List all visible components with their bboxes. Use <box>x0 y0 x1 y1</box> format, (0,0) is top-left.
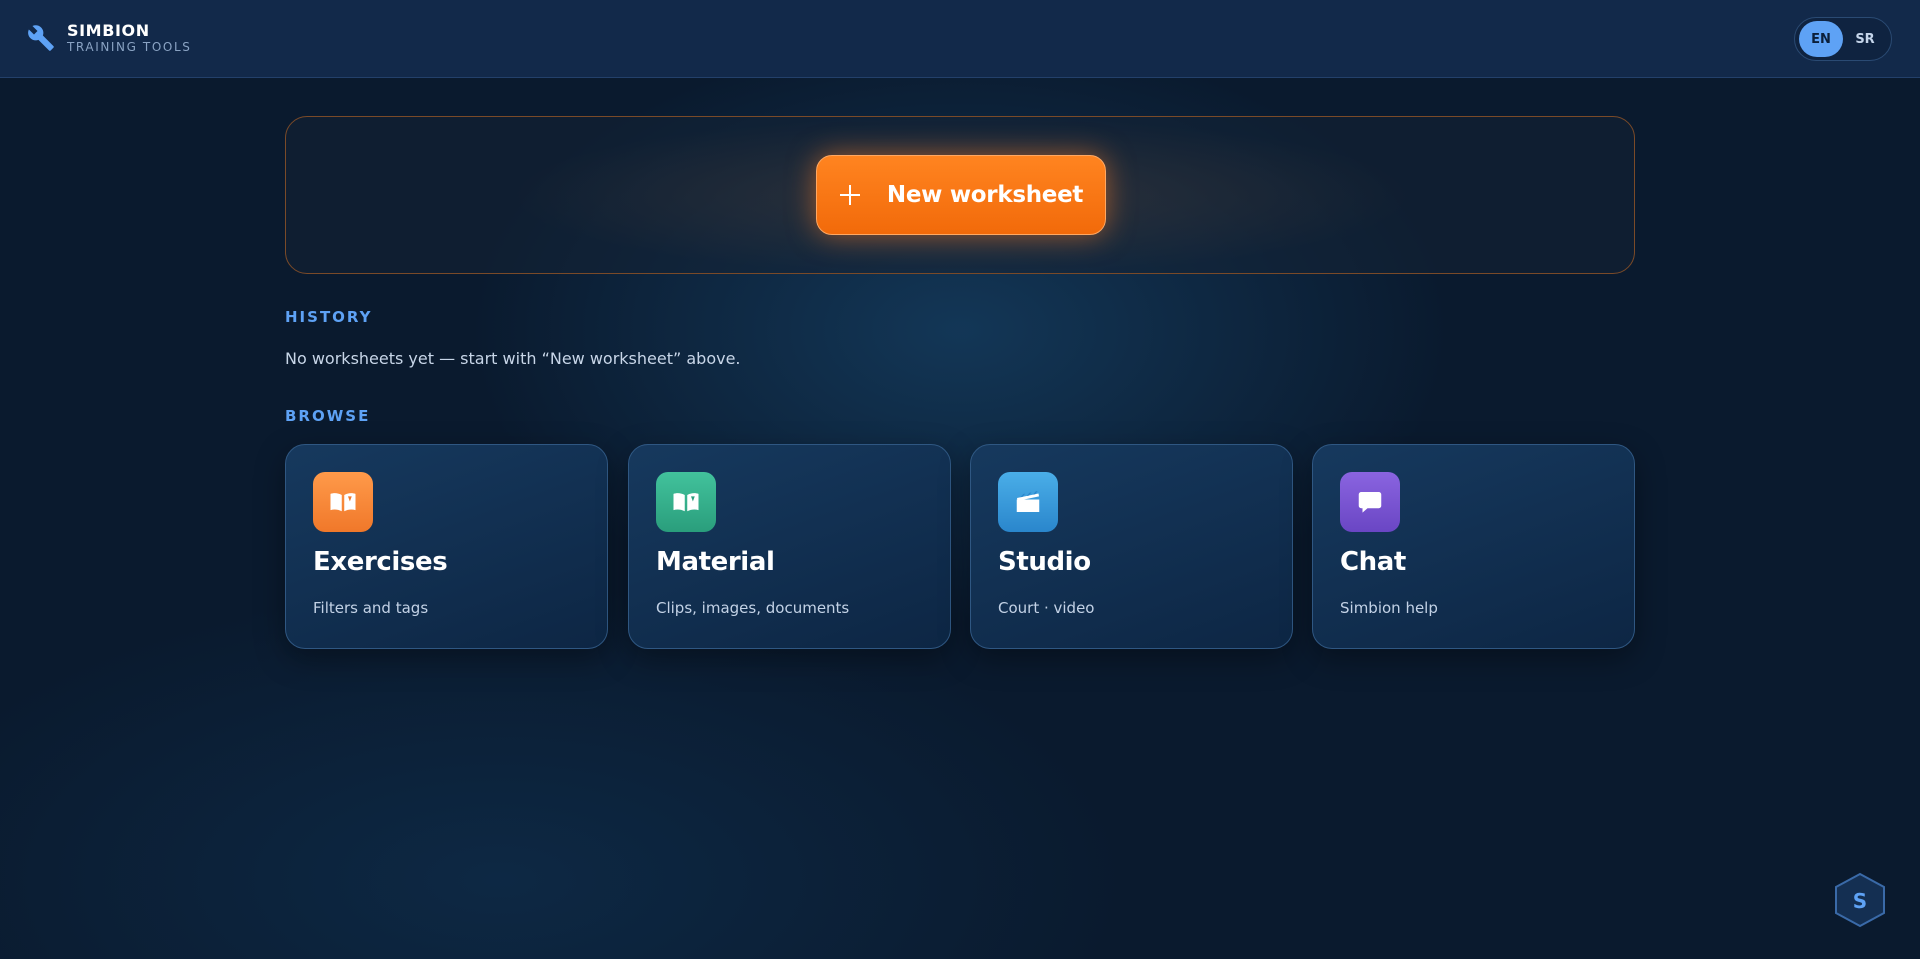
book-icon <box>313 472 373 532</box>
browse-heading: BROWSE <box>285 407 371 425</box>
book-icon <box>656 472 716 532</box>
brand[interactable]: SIMBION TRAINING TOOLS <box>27 22 191 54</box>
browse-cards: Exercises Filters and tags Material Clip… <box>285 444 1635 649</box>
brand-subtitle: TRAINING TOOLS <box>67 40 192 54</box>
card-exercises[interactable]: Exercises Filters and tags <box>285 444 608 649</box>
card-subtitle: Clips, images, documents <box>656 599 850 617</box>
chat-bubble-icon <box>1340 472 1400 532</box>
top-bar: SIMBION TRAINING TOOLS EN SR <box>0 0 1920 78</box>
new-worksheet-button[interactable]: New worksheet <box>816 155 1106 235</box>
card-title: Studio <box>998 547 1091 577</box>
brand-title: SIMBION <box>67 21 150 40</box>
card-title: Material <box>656 547 775 577</box>
card-subtitle: Court · video <box>998 599 1095 617</box>
language-switcher: EN SR <box>1794 17 1892 61</box>
language-sr-button[interactable]: SR <box>1843 21 1887 57</box>
badge-letter: S <box>1853 889 1867 913</box>
new-worksheet-panel: New worksheet <box>285 116 1635 274</box>
history-heading: HISTORY <box>285 308 373 326</box>
card-studio[interactable]: Studio Court · video <box>970 444 1293 649</box>
card-subtitle: Filters and tags <box>313 599 429 617</box>
card-title: Exercises <box>313 547 448 577</box>
new-worksheet-label: New worksheet <box>886 182 1084 208</box>
hexagon-icon[interactable]: S <box>1833 872 1887 928</box>
plus-icon <box>839 184 861 206</box>
wrench-icon <box>28 25 54 51</box>
card-title: Chat <box>1340 547 1406 577</box>
card-chat[interactable]: Chat Simbion help <box>1312 444 1635 649</box>
clapperboard-icon <box>998 472 1058 532</box>
card-subtitle: Simbion help <box>1340 599 1438 617</box>
history-empty-message: No worksheets yet — start with “New work… <box>285 349 741 368</box>
language-en-button[interactable]: EN <box>1799 21 1843 57</box>
brand-text: SIMBION TRAINING TOOLS <box>67 21 192 55</box>
card-material[interactable]: Material Clips, images, documents <box>628 444 951 649</box>
